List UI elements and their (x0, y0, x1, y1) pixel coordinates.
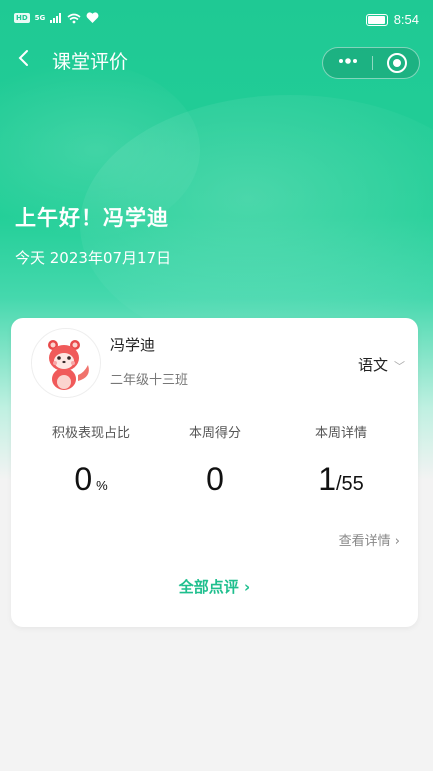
nav-bar: 课堂评价 (0, 40, 433, 84)
stat-total: /55 (335, 473, 364, 495)
target-close-icon (387, 53, 407, 73)
battery-icon (365, 13, 388, 26)
chevron-left-icon (18, 50, 28, 66)
status-time: 8:54 (393, 12, 419, 27)
more-button[interactable] (323, 48, 372, 78)
close-button[interactable] (373, 48, 420, 78)
stat-label: 本周详情 (314, 426, 367, 441)
student-card: 冯学迪 二年级十三班 语文 ﹀ 积极表现占比 0% 本周得分 0 本周详情 1/5… (11, 318, 418, 627)
stat-label: 积极表现占比 (51, 426, 130, 441)
more-dots-icon (338, 58, 357, 64)
stat-positive-ratio: 积极表现占比 0% (23, 424, 159, 505)
red-panda-avatar-icon (32, 329, 100, 397)
view-details-label: 查看详情 (338, 534, 391, 549)
page-title: 课堂评价 (52, 51, 129, 73)
stat-weekly-score: 本周得分 0 (147, 424, 283, 498)
network-badge: HD (14, 13, 30, 23)
greeting: 上午好！冯学迪 (15, 206, 169, 230)
subject-label: 语文 (357, 356, 388, 374)
chevron-down-icon: ﹀ (394, 360, 405, 373)
stat-weekly-detail: 本周详情 1/55 (273, 424, 409, 503)
chevron-right-icon: › (244, 578, 251, 596)
signal-label: 5G (34, 14, 46, 22)
avatar (31, 328, 101, 398)
today-date: 今天 2023年07月17日 (15, 249, 172, 267)
back-button[interactable] (16, 48, 30, 76)
stat-value: 0 (74, 461, 93, 497)
stat-value: 1 (318, 461, 336, 497)
class-name: 二年级十三班 (110, 373, 189, 388)
stat-unit: % (96, 478, 108, 493)
all-reviews-label: 全部点评 (178, 578, 239, 596)
heart-icon (86, 12, 99, 23)
signal-icon (50, 13, 62, 23)
stat-value: 0 (206, 461, 224, 497)
mini-program-capsule (322, 47, 420, 79)
status-bar: HD 5G 8:54 (0, 0, 433, 44)
view-details-link[interactable]: 查看详情 › (339, 532, 400, 552)
student-name: 冯学迪 (110, 336, 156, 354)
chevron-right-icon: › (394, 534, 400, 549)
stat-label: 本周得分 (188, 426, 241, 441)
wifi-icon (67, 13, 81, 23)
all-reviews-link[interactable]: 全部点评 › (11, 576, 418, 598)
subject-select[interactable]: 语文 ﹀ (358, 354, 405, 378)
